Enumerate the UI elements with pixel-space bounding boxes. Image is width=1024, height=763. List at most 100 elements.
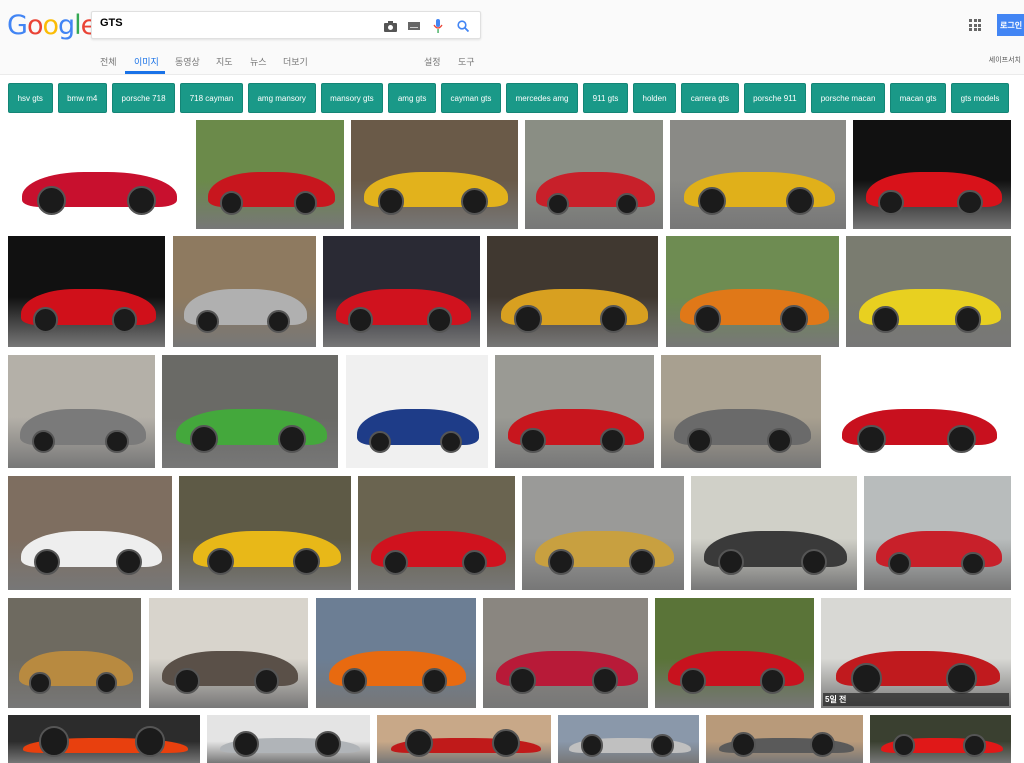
- wheel-shape: [963, 734, 986, 757]
- image-result[interactable]: [323, 236, 480, 347]
- image-result[interactable]: [655, 598, 814, 708]
- wheel-shape: [341, 668, 368, 694]
- image-result[interactable]: [196, 120, 344, 229]
- tab-0[interactable]: 전체: [100, 55, 117, 68]
- header: Google 전체 이미지 동영상 지도 뉴스 더보기 설정 도구 로그인 세이프서치: [0, 0, 1024, 75]
- image-result[interactable]: [870, 715, 1011, 763]
- tab-6[interactable]: 설정: [424, 55, 441, 68]
- image-result[interactable]: [358, 476, 515, 590]
- image-result[interactable]: [495, 355, 654, 468]
- camera-icon[interactable]: [382, 18, 398, 34]
- image-result[interactable]: [179, 476, 351, 590]
- wheel-shape: [547, 549, 574, 576]
- related-search-chip[interactable]: cayman gts: [440, 83, 501, 113]
- image-result[interactable]: [666, 236, 839, 347]
- search-input[interactable]: [100, 17, 370, 29]
- apps-grid-icon[interactable]: [969, 19, 981, 31]
- image-result[interactable]: [162, 355, 338, 468]
- wheel-shape: [759, 668, 786, 694]
- logo-letter: o: [26, 10, 44, 41]
- related-search-chip[interactable]: 911 gts: [583, 83, 628, 113]
- search-icon[interactable]: [455, 18, 471, 34]
- related-search-chip[interactable]: amg gts: [388, 83, 436, 113]
- wheel-shape: [116, 548, 143, 576]
- image-result[interactable]: [661, 355, 821, 468]
- wheel-shape: [95, 672, 118, 694]
- image-result[interactable]: [558, 715, 699, 763]
- wheel-shape: [628, 549, 655, 576]
- image-result[interactable]: [8, 120, 188, 229]
- image-result[interactable]: [487, 236, 658, 347]
- logo-letter: g: [58, 10, 75, 41]
- image-result[interactable]: [525, 120, 663, 229]
- image-result[interactable]: [706, 715, 863, 763]
- image-result[interactable]: [149, 598, 308, 708]
- tab-7[interactable]: 도구: [458, 55, 475, 68]
- image-result[interactable]: [691, 476, 857, 590]
- keyboard-icon[interactable]: [406, 18, 422, 34]
- related-search-chip[interactable]: bmw m4: [57, 83, 107, 113]
- image-result[interactable]: [207, 715, 370, 763]
- wheel-shape: [421, 668, 448, 694]
- logo-letter: G: [7, 10, 28, 41]
- tab-3[interactable]: 지도: [216, 55, 233, 68]
- wheel-shape: [717, 548, 745, 576]
- image-result[interactable]: [670, 120, 846, 229]
- image-result[interactable]: [377, 715, 551, 763]
- image-result[interactable]: [346, 355, 488, 468]
- wheel-shape: [267, 309, 291, 333]
- wheel-shape: [693, 304, 722, 333]
- login-button[interactable]: 로그인: [997, 14, 1024, 36]
- image-result[interactable]: 5일 전: [821, 598, 1011, 708]
- tab-2[interactable]: 동영상: [175, 55, 200, 68]
- related-search-chip[interactable]: 718 cayman: [180, 83, 243, 113]
- tab-1[interactable]: 이미지: [134, 55, 159, 68]
- image-result[interactable]: [173, 236, 316, 347]
- image-result[interactable]: [483, 598, 648, 708]
- image-result[interactable]: [828, 355, 1008, 468]
- related-search-chip[interactable]: hsv gts: [8, 83, 53, 113]
- wheel-shape: [314, 730, 341, 757]
- related-search-chip[interactable]: porsche macan: [811, 83, 886, 113]
- image-result[interactable]: [8, 236, 165, 347]
- image-result[interactable]: [522, 476, 684, 590]
- microphone-icon[interactable]: [430, 18, 446, 34]
- wheel-shape: [800, 548, 828, 576]
- wheel-shape: [111, 307, 137, 333]
- related-search-chip[interactable]: porsche 911: [743, 83, 807, 113]
- image-result[interactable]: [8, 598, 141, 708]
- image-result[interactable]: [853, 120, 1011, 229]
- wheel-shape: [520, 427, 546, 454]
- wheel-shape: [461, 188, 488, 215]
- wheel-shape: [599, 427, 626, 454]
- related-search-chip[interactable]: holden: [632, 83, 677, 113]
- related-search-chip[interactable]: porsche 718: [111, 83, 176, 113]
- wheel-shape: [491, 728, 520, 757]
- image-result[interactable]: [8, 715, 200, 763]
- related-search-chip[interactable]: macan gts: [890, 83, 947, 113]
- image-result[interactable]: [8, 476, 172, 590]
- tab-5[interactable]: 더보기: [283, 55, 308, 68]
- related-search-chip[interactable]: mansory gts: [320, 83, 384, 113]
- related-search-chip[interactable]: carrera gts: [681, 83, 739, 113]
- wheel-shape: [195, 309, 219, 333]
- wheel-shape: [892, 734, 916, 757]
- safesearch-link[interactable]: 세이프서치: [989, 55, 1021, 65]
- wheel-shape: [206, 547, 235, 576]
- image-result[interactable]: [351, 120, 518, 229]
- wheel-shape: [698, 186, 727, 215]
- related-search-chip[interactable]: amg mansory: [247, 83, 316, 113]
- wheel-shape: [461, 550, 487, 576]
- wheel-shape: [954, 306, 982, 333]
- related-search-chip[interactable]: gts models: [951, 83, 1009, 113]
- tab-4[interactable]: 뉴스: [250, 55, 267, 68]
- image-result[interactable]: [316, 598, 476, 708]
- wheel-shape: [851, 663, 882, 694]
- wheel-shape: [404, 728, 433, 757]
- image-result[interactable]: [864, 476, 1011, 590]
- related-search-chip[interactable]: mercedes amg: [506, 83, 579, 113]
- google-logo[interactable]: Google: [7, 10, 97, 41]
- age-badge: 5일 전: [823, 693, 1009, 706]
- image-result[interactable]: [846, 236, 1011, 347]
- image-result[interactable]: [8, 355, 155, 468]
